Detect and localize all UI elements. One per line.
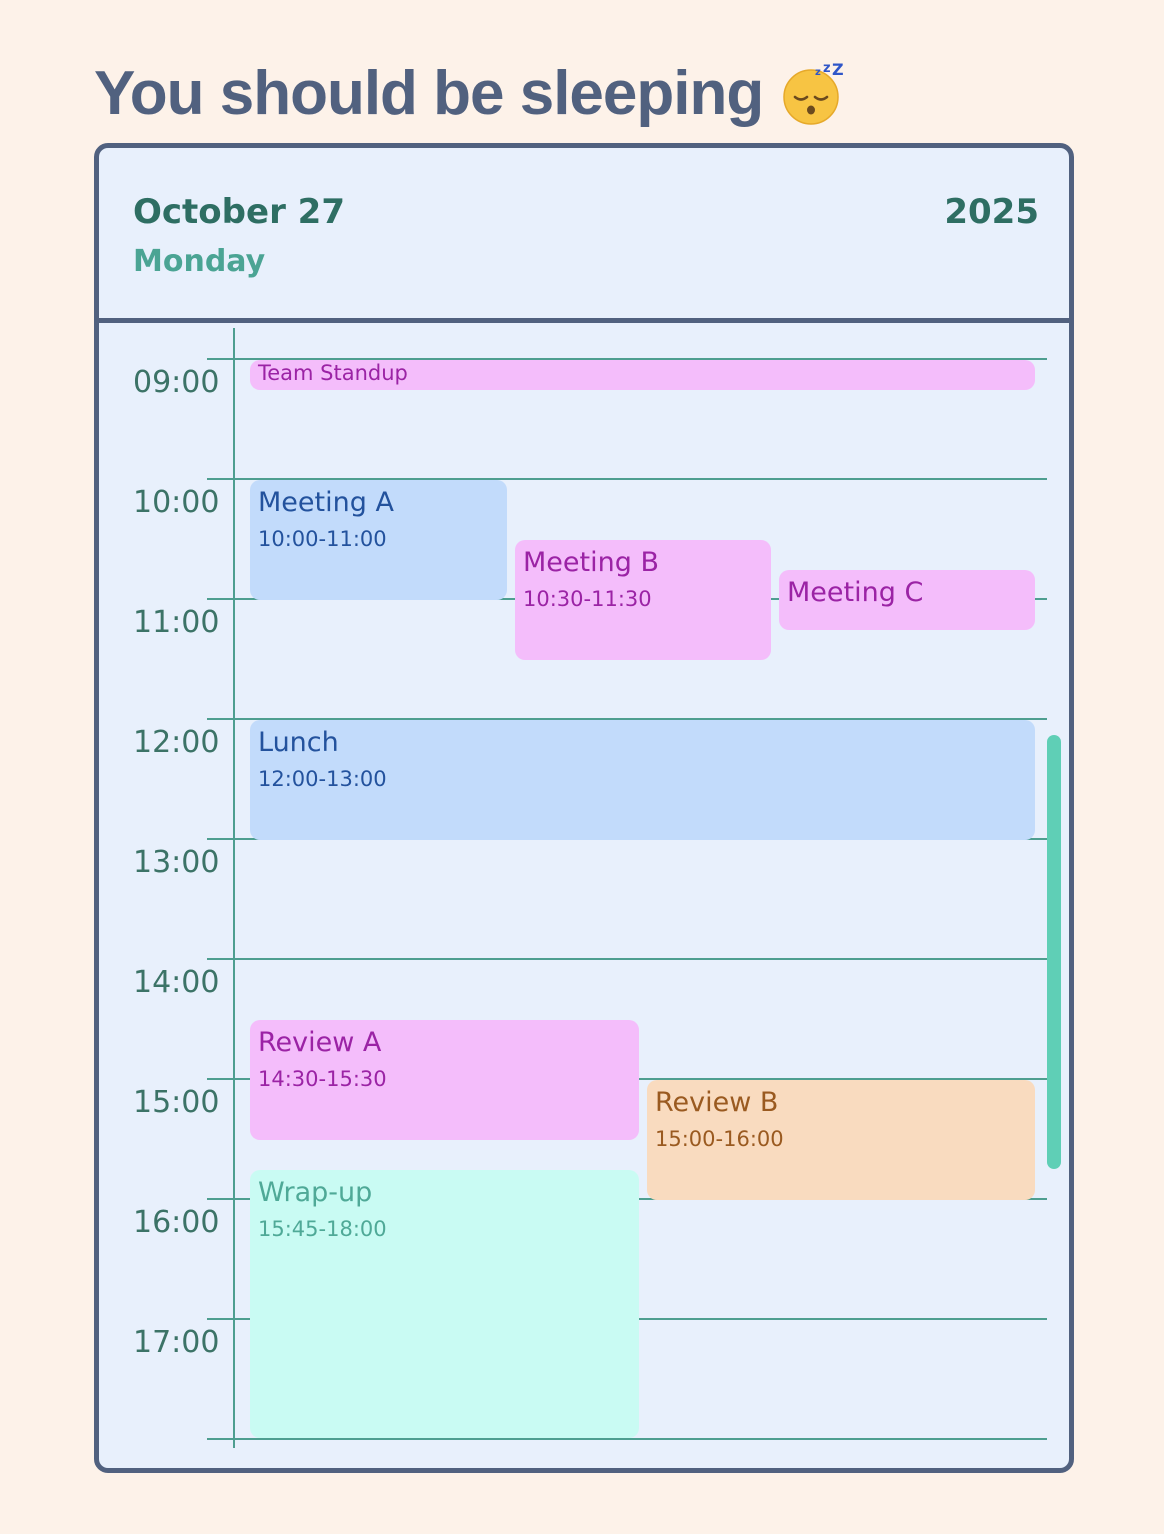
hour-label: 14:00: [133, 965, 220, 1000]
hour-label: 17:00: [133, 1325, 220, 1360]
sleeping-face-icon: z z Z: [781, 61, 844, 125]
event-title: Team Standup: [258, 361, 408, 385]
day-timeline[interactable]: 09:00 10:00 11:00 12:00 13:00 14:00 15:0…: [99, 323, 1069, 1468]
event-meeting-b[interactable]: Meeting B 10:30-11:30: [515, 540, 771, 660]
time-axis-line: [233, 328, 235, 1448]
event-wrap-up[interactable]: Wrap-up 15:45-18:00: [250, 1170, 639, 1438]
hour-label: 12:00: [133, 725, 220, 760]
page-title-text: You should be sleeping: [94, 59, 764, 128]
svg-text:Z: Z: [832, 61, 843, 79]
hour-label: 16:00: [133, 1205, 220, 1240]
hour-line: [207, 1438, 1047, 1440]
hour-line: [207, 958, 1047, 960]
event-title: Review B: [655, 1087, 779, 1118]
hour-label: 10:00: [133, 485, 220, 520]
weekday-label: Monday: [133, 244, 266, 279]
event-lunch[interactable]: Lunch 12:00-13:00: [250, 720, 1035, 840]
date-label: October 27: [133, 192, 345, 232]
event-review-b[interactable]: Review B 15:00-16:00: [647, 1080, 1035, 1200]
hour-label: 09:00: [133, 365, 220, 400]
event-meeting-a[interactable]: Meeting A 10:00-11:00: [250, 480, 507, 600]
hour-label: 15:00: [133, 1085, 220, 1120]
event-time: 15:00-16:00: [655, 1127, 784, 1151]
year-label: 2025: [944, 192, 1039, 232]
event-title: Meeting B: [523, 547, 659, 578]
svg-text:z: z: [823, 61, 830, 76]
event-title: Lunch: [258, 727, 339, 758]
hour-label: 11:00: [133, 605, 220, 640]
event-time: 10:00-11:00: [258, 527, 387, 551]
event-team-standup[interactable]: Team Standup: [250, 360, 1035, 390]
event-review-a[interactable]: Review A 14:30-15:30: [250, 1020, 639, 1140]
scrollbar-thumb[interactable]: [1047, 735, 1061, 1169]
event-time: 15:45-18:00: [258, 1217, 387, 1241]
event-meeting-c[interactable]: Meeting C: [779, 570, 1035, 630]
event-time: 14:30-15:30: [258, 1067, 387, 1091]
event-title: Meeting A: [258, 487, 394, 518]
calendar-card: October 27 2025 Monday 09:00 10:00 11:00…: [94, 143, 1074, 1473]
event-time: 12:00-13:00: [258, 767, 387, 791]
event-time: 10:30-11:30: [523, 587, 652, 611]
event-title: Wrap-up: [258, 1177, 373, 1208]
calendar-header: October 27 2025 Monday: [99, 148, 1069, 323]
page-title: You should be sleeping z z Z: [94, 58, 844, 129]
hour-label: 13:00: [133, 845, 220, 880]
event-title: Review A: [258, 1027, 382, 1058]
event-title: Meeting C: [787, 577, 924, 608]
